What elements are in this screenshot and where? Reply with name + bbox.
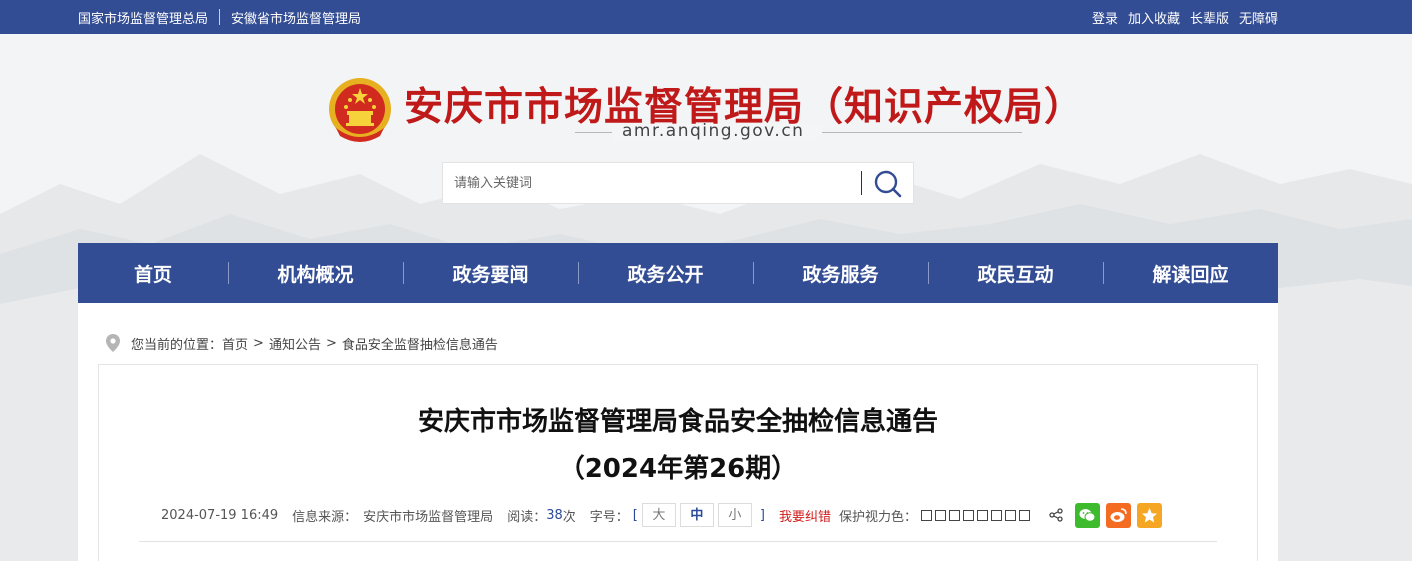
fontsize-small-button[interactable]: 小 xyxy=(717,503,752,527)
report-error-link[interactable]: 我要纠错 xyxy=(779,506,831,525)
color-option[interactable] xyxy=(962,509,974,521)
article-divider xyxy=(139,541,1217,542)
favorite-star-icon[interactable] xyxy=(1136,502,1162,528)
content-panel: 您当前的位置： 首页 > 通知公告 > 食品安全监督抽检信息通告 安庆市市场监督… xyxy=(78,303,1278,561)
accessibility-link[interactable]: 无障碍 xyxy=(1239,8,1278,27)
breadcrumb: 您当前的位置： 首页 > 通知公告 > 食品安全监督抽检信息通告 xyxy=(106,333,498,353)
breadcrumb-separator: > xyxy=(253,335,264,351)
source-label: 信息来源： xyxy=(292,509,358,525)
color-option[interactable] xyxy=(920,509,932,521)
fontsize-bracket-left: [ xyxy=(632,507,638,523)
elder-version-link[interactable]: 长辈版 xyxy=(1190,8,1229,27)
article-subtitle: （2024年第26期） xyxy=(558,454,798,484)
nav-item-news[interactable]: 政务要闻 xyxy=(403,243,578,303)
breadcrumb-home[interactable]: 首页 xyxy=(222,334,248,353)
link-samr[interactable]: 国家市场监督管理总局 xyxy=(78,8,208,27)
color-option[interactable] xyxy=(934,509,946,521)
search-divider xyxy=(861,171,862,195)
search-input[interactable] xyxy=(443,163,861,203)
color-option[interactable] xyxy=(948,509,960,521)
wechat-share-icon[interactable] xyxy=(1074,502,1100,528)
share-icon[interactable] xyxy=(1049,508,1063,522)
nav-item-organization[interactable]: 机构概况 xyxy=(228,243,403,303)
nav-item-interaction[interactable]: 政民互动 xyxy=(928,243,1103,303)
main-nav: 首页 机构概况 政务要闻 政务公开 政务服务 政民互动 解读回应 xyxy=(78,243,1278,303)
eye-care-color-options xyxy=(920,509,1033,521)
fontsize-selector: [ 大 中 小 ] xyxy=(629,503,769,527)
fontsize-label: 字号： xyxy=(589,509,629,525)
article: 安庆市市场监督管理局食品安全抽检信息通告 （2024年第26期） 2024-07… xyxy=(98,364,1258,561)
read-count: 38 xyxy=(546,507,563,523)
article-meta: 2024-07-19 16:49 信息来源： 安庆市市场监督管理局 阅读： 38… xyxy=(161,500,1162,530)
weibo-share-icon[interactable] xyxy=(1105,502,1131,528)
site-domain: amr.anqing.gov.cn xyxy=(622,121,805,141)
link-anhui-amr[interactable]: 安徽省市场监督管理局 xyxy=(231,8,361,27)
top-bar-left-links: 国家市场监督管理总局 安徽省市场监督管理局 xyxy=(78,0,361,34)
location-pin-icon xyxy=(106,334,120,352)
color-option[interactable] xyxy=(1004,509,1016,521)
nav-item-interpretation[interactable]: 解读回应 xyxy=(1103,243,1278,303)
reads-label: 阅读： xyxy=(507,509,547,525)
top-bar-right-links: 登录 加入收藏 长辈版 无障碍 xyxy=(1082,0,1278,34)
nav-item-home[interactable]: 首页 xyxy=(78,243,228,303)
add-favorite-link[interactable]: 加入收藏 xyxy=(1128,8,1180,27)
nav-item-public-affairs[interactable]: 政务公开 xyxy=(578,243,753,303)
article-source: 安庆市市场监督管理局 xyxy=(363,509,494,525)
breadcrumb-prefix: 您当前的位置： xyxy=(131,337,223,353)
national-emblem-icon xyxy=(329,78,391,142)
fontsize-large-button[interactable]: 大 xyxy=(641,503,676,527)
breadcrumb-separator: > xyxy=(325,335,337,351)
breadcrumb-notices[interactable]: 通知公告 xyxy=(269,334,321,353)
eye-care-color-label: 保护视力色： xyxy=(838,509,917,525)
search-icon[interactable] xyxy=(868,167,908,201)
color-option[interactable] xyxy=(1018,509,1030,521)
nav-item-services[interactable]: 政务服务 xyxy=(753,243,928,303)
fontsize-medium-button[interactable]: 中 xyxy=(679,503,714,527)
breadcrumb-current[interactable]: 食品安全监督抽检信息通告 xyxy=(342,334,498,353)
search-box xyxy=(442,162,914,204)
color-option[interactable] xyxy=(976,509,988,521)
color-option[interactable] xyxy=(990,509,1002,521)
top-bar-divider xyxy=(219,9,221,25)
reads-unit: 次 xyxy=(562,509,576,525)
top-bar: 国家市场监督管理总局 安徽省市场监督管理局 登录 加入收藏 长辈版 无障碍 xyxy=(0,0,1412,34)
fontsize-bracket-right: ] xyxy=(759,507,765,523)
article-date: 2024-07-19 16:49 xyxy=(161,507,279,523)
login-link[interactable]: 登录 xyxy=(1092,8,1118,27)
article-title: 安庆市市场监督管理局食品安全抽检信息通告 xyxy=(417,407,938,437)
